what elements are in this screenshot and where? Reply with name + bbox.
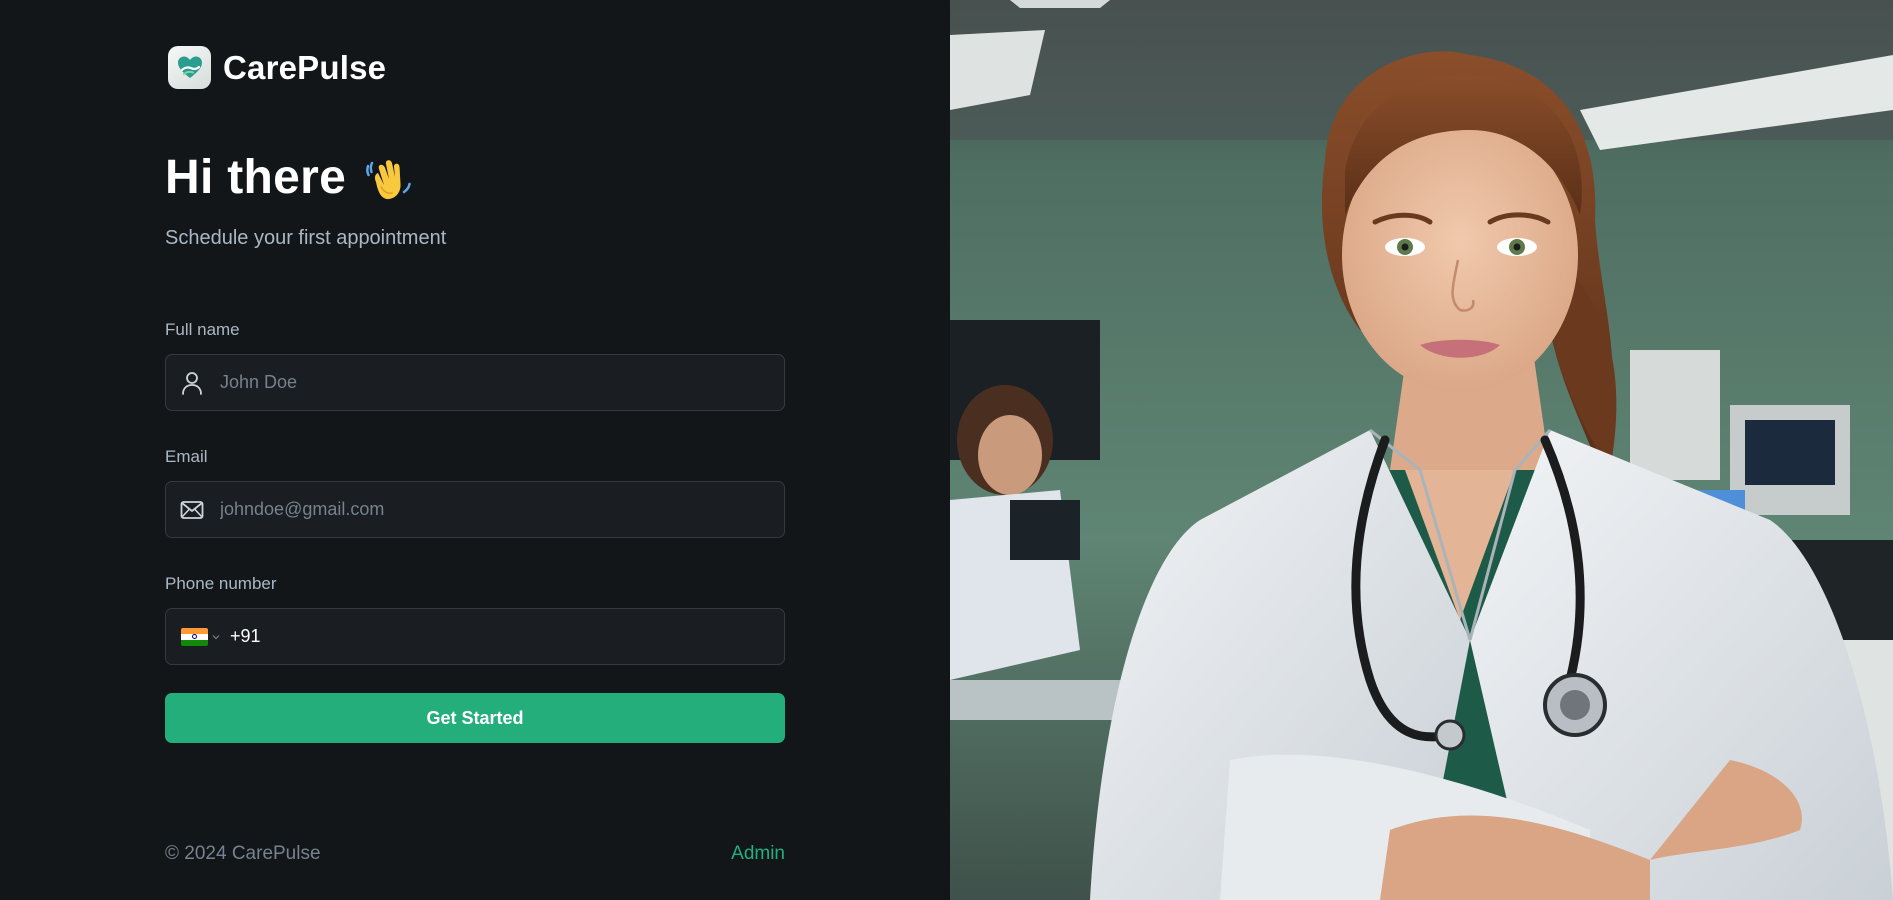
- full-name-input[interactable]: [220, 355, 784, 410]
- email-label: Email: [165, 447, 208, 466]
- brand-logo[interactable]: CarePulse: [168, 46, 386, 89]
- mail-icon: [180, 498, 204, 522]
- admin-link[interactable]: Admin: [731, 843, 785, 865]
- copyright-text: © 2024 CarePulse: [165, 843, 321, 864]
- india-flag-icon: [181, 627, 208, 646]
- email-input[interactable]: [220, 482, 784, 537]
- heart-hand-icon: [168, 46, 211, 89]
- country-code-select[interactable]: [181, 627, 220, 646]
- email-input-wrapper[interactable]: [165, 481, 785, 538]
- full-name-input-wrapper[interactable]: [165, 354, 785, 411]
- doctor-photo-illustration: [950, 0, 1893, 900]
- page-subtitle: Schedule your first appointment: [165, 227, 447, 249]
- get-started-button[interactable]: Get Started: [165, 693, 785, 743]
- phone-input-wrapper[interactable]: [165, 608, 785, 665]
- page-title: Hi there: [165, 151, 347, 204]
- brand-name: CarePulse: [223, 48, 387, 86]
- chevron-down-icon: [212, 634, 220, 639]
- phone-label: Phone number: [165, 574, 277, 593]
- waving-hand-icon: [366, 159, 411, 199]
- user-icon: [180, 371, 204, 395]
- full-name-label: Full name: [165, 320, 240, 339]
- form-panel: CarePulse Hi there Schedule your first a…: [0, 0, 950, 900]
- greeting: Hi there: [165, 150, 414, 205]
- onboarding-page: CarePulse Hi there Schedule your first a…: [0, 0, 1893, 900]
- phone-input[interactable]: [230, 609, 784, 664]
- doctor-photo: [950, 0, 1893, 900]
